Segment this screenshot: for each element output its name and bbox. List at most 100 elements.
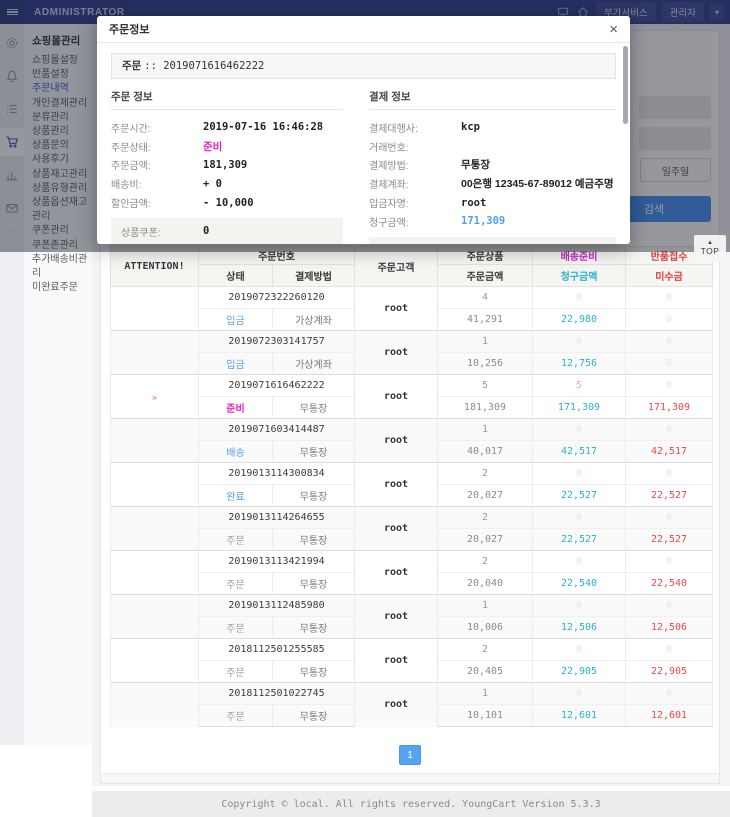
pay-method-cell: 무통장 <box>273 441 355 463</box>
customer-cell: root <box>355 419 438 463</box>
status-link[interactable]: 준비 <box>199 397 273 419</box>
order-amount-cell: 41,291 <box>438 309 533 331</box>
header-attention: ATTENTION! <box>111 247 199 287</box>
order-number-cell: 2019072322260120 <box>199 287 355 309</box>
payment-info-value: 무통장 <box>461 157 490 172</box>
ship-ready-cell: 0 <box>533 551 626 573</box>
order-number-cell: 2019072303141757 <box>199 331 355 353</box>
status-link[interactable]: 입금 <box>199 309 273 331</box>
status-link[interactable]: 주문 <box>199 529 273 551</box>
order-number-cell: 2019013114300834 <box>199 463 355 485</box>
orders-table: ATTENTION! 주문번호 주문고객 주문상품 배송준비 반품접수 상태 결… <box>110 246 713 727</box>
order-info-modal: 주문정보 × 주문 :: 2019071616462222 주문 정보 주문시간… <box>97 16 630 244</box>
payment-info-label: 결제방법: <box>369 157 461 172</box>
payment-info-label: 거래번호: <box>369 139 461 154</box>
order-amount-cell: 20,027 <box>438 485 533 507</box>
return-count-cell: 0 <box>626 683 713 705</box>
modal-body: 주문 :: 2019071616462222 주문 정보 주문시간:2019-0… <box>97 43 630 244</box>
unpaid-cell: 12,506 <box>626 617 713 639</box>
payment-info-value: root <box>461 197 486 209</box>
item-count-cell: 1 <box>438 595 533 617</box>
billed-amount-cell: 22,980 <box>533 309 626 331</box>
page-1-button[interactable]: 1 <box>399 745 421 765</box>
ship-ready-cell: 0 <box>533 287 626 309</box>
order-info-value: - 10,000 <box>203 197 254 209</box>
order-number-cell: 2019071616462222 <box>199 375 355 397</box>
close-icon[interactable]: × <box>609 22 618 37</box>
ship-ready-cell: 0 <box>533 683 626 705</box>
payment-extra-box <box>369 237 616 244</box>
order-block: 2019013114300834root200완료무통장20,02722,527… <box>111 463 713 507</box>
order-info-row: 할인금액:- 10,000 <box>111 193 343 212</box>
order-info-section: 주문 정보 주문시간:2019-07-16 16:46:28주문상태:준비주문금… <box>111 89 343 244</box>
billed-amount-cell: 171,309 <box>533 397 626 419</box>
order-id-prefix: 주문 <box>122 60 141 72</box>
header-customer: 주문고객 <box>355 247 438 287</box>
copyright-bar: Copyright © local. All rights reserved. … <box>92 791 730 817</box>
ship-ready-cell: 0 <box>533 419 626 441</box>
header-status: 상태 <box>199 265 273 287</box>
pay-method-cell: 무통장 <box>273 485 355 507</box>
coupon-box: 상품쿠폰: 0 <box>111 218 343 244</box>
modal-scrollbar[interactable] <box>623 46 628 124</box>
order-block: 2018112501255585root200주문무통장20,40522,905… <box>111 639 713 683</box>
order-amount-cell: 181,309 <box>438 397 533 419</box>
order-info-label: 주문상태: <box>111 139 203 154</box>
status-link[interactable]: 주문 <box>199 661 273 683</box>
status-link[interactable]: 주문 <box>199 705 273 727</box>
attention-marker: » <box>111 375 199 419</box>
order-block: 2019013112485980root100주문무통장10,00612,506… <box>111 595 713 639</box>
unpaid-cell: 22,527 <box>626 485 713 507</box>
status-link[interactable]: 주문 <box>199 573 273 595</box>
item-count-cell: 4 <box>438 287 533 309</box>
header-unpaid: 미수금 <box>626 265 713 287</box>
order-number-cell: 2019013112485980 <box>199 595 355 617</box>
customer-cell: root <box>355 375 438 419</box>
status-link[interactable]: 주문 <box>199 617 273 639</box>
attention-marker <box>111 463 199 507</box>
return-count-cell: 0 <box>626 287 713 309</box>
ship-ready-cell: 0 <box>533 507 626 529</box>
payment-info-row: 결제방법:무통장 <box>369 156 616 175</box>
coupon-value: 0 <box>203 225 209 237</box>
item-count-cell: 1 <box>438 331 533 353</box>
attention-marker <box>111 595 199 639</box>
status-link[interactable]: 입금 <box>199 353 273 375</box>
customer-cell: root <box>355 595 438 639</box>
customer-cell: root <box>355 287 438 331</box>
customer-cell: root <box>355 507 438 551</box>
attention-marker <box>111 419 199 463</box>
status-link[interactable]: 배송 <box>199 441 273 463</box>
sidebar-item[interactable]: 미완료주문 <box>32 281 88 295</box>
pay-method-cell: 무통장 <box>273 573 355 595</box>
order-number-cell: 2019013114264655 <box>199 507 355 529</box>
item-count-cell: 1 <box>438 683 533 705</box>
item-count-cell: 5 <box>438 375 533 397</box>
order-amount-cell: 20,040 <box>438 573 533 595</box>
order-amount-cell: 10,006 <box>438 617 533 639</box>
payment-info-row: 거래번호: <box>369 137 616 156</box>
payment-info-section: 결제 정보 결제대행사:kcp거래번호:결제방법:무통장결제계좌:00은행 12… <box>369 89 616 244</box>
item-count-cell: 2 <box>438 507 533 529</box>
unpaid-cell: 22,905 <box>626 661 713 683</box>
billed-amount-cell: 22,905 <box>533 661 626 683</box>
header-billed-amount: 청구금액 <box>533 265 626 287</box>
billed-amount-cell: 42,517 <box>533 441 626 463</box>
order-info-label: 주문시간: <box>111 120 203 135</box>
pay-method-cell: 가상계좌 <box>273 309 355 331</box>
order-info-value: 181,309 <box>203 159 247 171</box>
sidebar-item[interactable]: 추가배송비관리 <box>32 253 88 281</box>
payment-info-label: 입금자명: <box>369 195 461 210</box>
order-amount-cell: 20,027 <box>438 529 533 551</box>
payment-info-row: 결제대행사:kcp <box>369 118 616 137</box>
pay-method-cell: 무통장 <box>273 617 355 639</box>
order-amount-cell: 10,256 <box>438 353 533 375</box>
attention-marker <box>111 551 199 595</box>
order-info-value: + 0 <box>203 178 222 190</box>
scroll-top-button[interactable]: ▲ TOP <box>694 235 726 262</box>
status-link[interactable]: 완료 <box>199 485 273 507</box>
item-count-cell: 2 <box>438 639 533 661</box>
order-id-box: 주문 :: 2019071616462222 <box>111 53 616 79</box>
order-info-label: 할인금액: <box>111 195 203 210</box>
return-count-cell: 0 <box>626 331 713 353</box>
